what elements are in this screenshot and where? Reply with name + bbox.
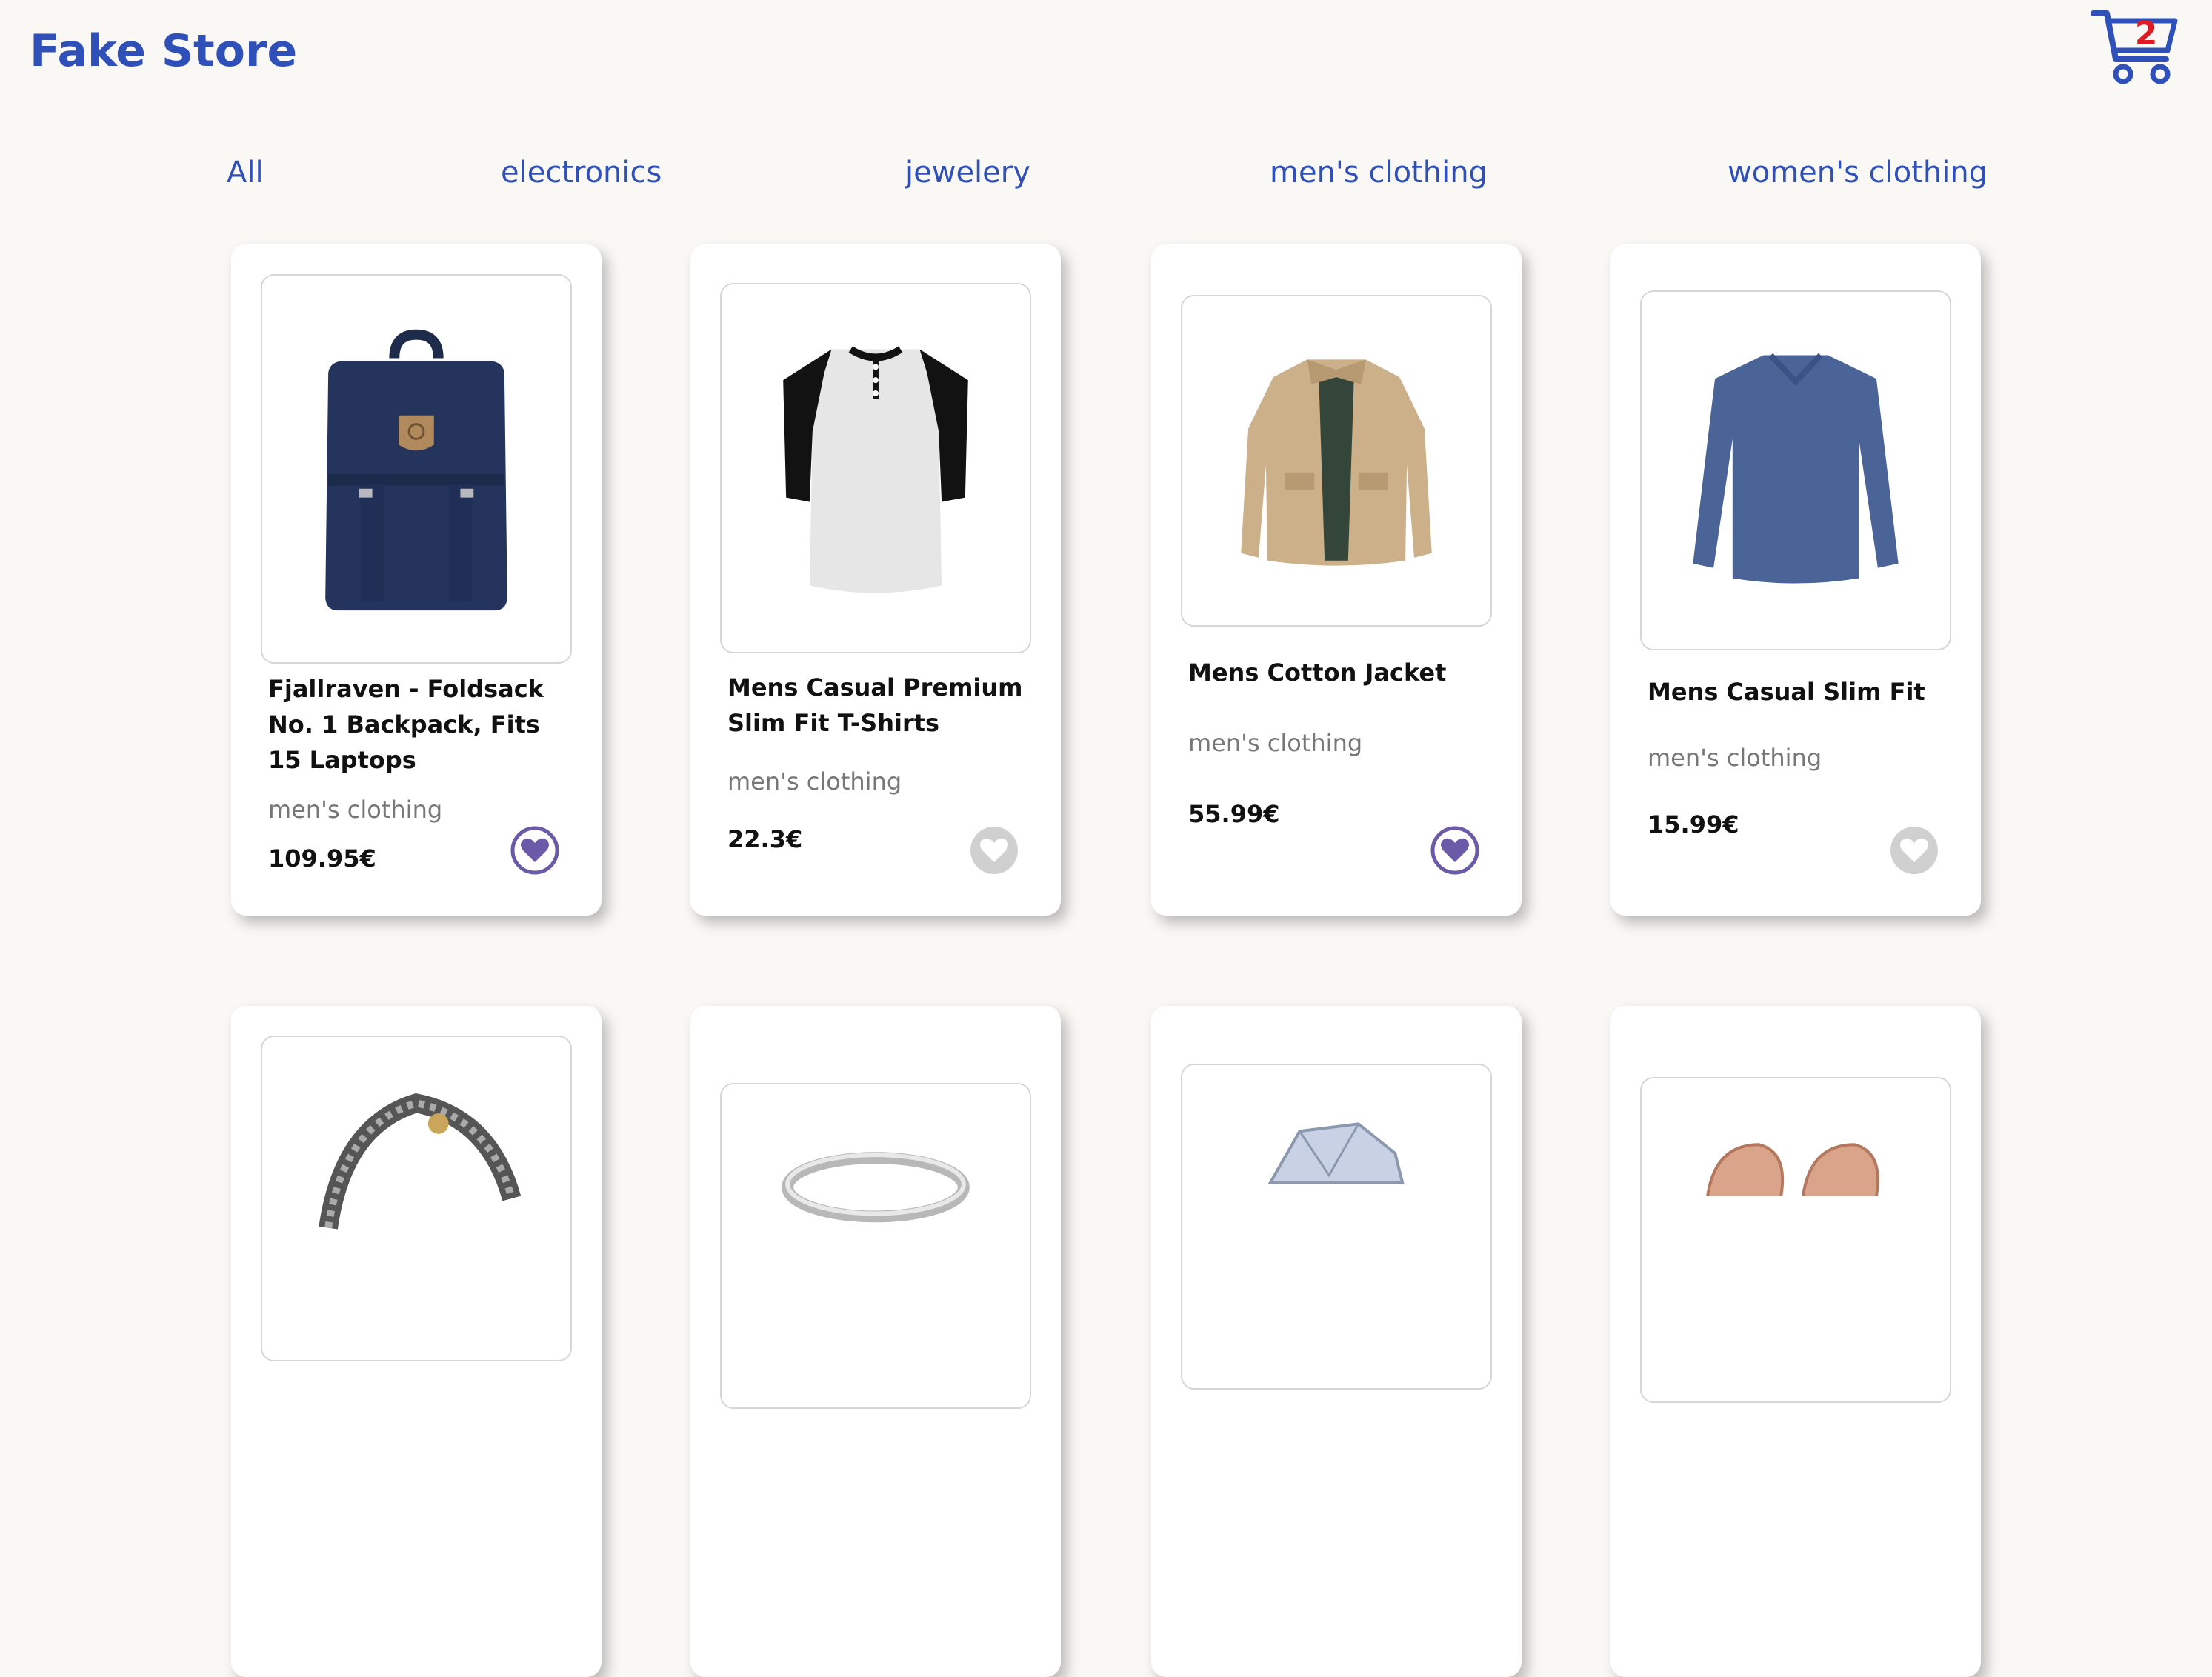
product-category: men's clothing xyxy=(727,767,902,796)
header: Fake Store 2 xyxy=(0,0,2212,111)
product-title[interactable]: Mens Casual Slim Fit xyxy=(1648,674,1951,710)
product-card[interactable]: Mens Cotton Jacket men's clothing 55.99€ xyxy=(1151,244,1522,916)
product-title[interactable]: Fjallraven - Foldsack No. 1 Backpack, Fi… xyxy=(268,671,572,778)
jacket-image xyxy=(1241,359,1432,566)
category-nav: All electronics jewelery men's clothing … xyxy=(0,156,2212,200)
product-card[interactable]: Mens Casual Slim Fit men's clothing 15.9… xyxy=(1610,244,1981,916)
heart-outline-icon xyxy=(970,827,1018,874)
earrings-image xyxy=(1706,1143,1879,1196)
favorite-button[interactable] xyxy=(1889,825,1939,876)
diamond-ring-image xyxy=(1267,1122,1405,1184)
tshirt-image xyxy=(783,346,968,593)
longsleeve-image xyxy=(1693,353,1899,584)
favorite-button[interactable] xyxy=(510,825,560,876)
category-tab-electronics[interactable]: electronics xyxy=(501,156,662,190)
product-price: 15.99€ xyxy=(1648,810,1739,838)
product-title[interactable]: Mens Casual Premium Slim Fit T-Shirts xyxy=(727,670,1031,741)
product-image-silver-ring[interactable] xyxy=(720,1083,1031,1409)
category-tab-jewelery[interactable]: jewelery xyxy=(905,156,1030,190)
product-image-bracelet[interactable] xyxy=(261,1036,572,1361)
heart-outline-icon xyxy=(1890,827,1938,874)
product-category: men's clothing xyxy=(1648,744,1822,772)
product-card[interactable]: Mens Casual Premium Slim Fit T-Shirts me… xyxy=(690,244,1061,916)
heart-filled-icon xyxy=(1430,826,1479,875)
cart-button[interactable]: 2 xyxy=(2091,7,2179,87)
product-category: men's clothing xyxy=(1188,729,1363,757)
heart-filled-icon xyxy=(510,826,559,875)
category-tab-mens-clothing[interactable]: men's clothing xyxy=(1270,156,1488,190)
store-logo[interactable]: Fake Store xyxy=(30,25,297,77)
product-image-longsleeve[interactable] xyxy=(1640,290,1951,650)
product-price: 55.99€ xyxy=(1188,800,1280,828)
product-image-jacket[interactable] xyxy=(1181,295,1492,627)
cart-count-badge: 2 xyxy=(2134,15,2158,53)
bracelet-image xyxy=(319,1093,522,1230)
category-tab-womens-clothing[interactable]: women's clothing xyxy=(1728,156,1988,190)
product-image-backpack[interactable] xyxy=(261,274,572,664)
product-card[interactable] xyxy=(1151,1006,1522,1677)
category-tab-all[interactable]: All xyxy=(227,156,264,190)
product-card[interactable] xyxy=(690,1006,1061,1677)
product-image-diamond-ring[interactable] xyxy=(1181,1064,1492,1390)
favorite-button[interactable] xyxy=(1430,825,1480,876)
product-title[interactable]: Mens Cotton Jacket xyxy=(1188,655,1492,690)
favorite-button[interactable] xyxy=(969,825,1019,876)
product-card[interactable] xyxy=(231,1006,602,1677)
backpack-image xyxy=(325,329,507,611)
product-image-tshirt[interactable] xyxy=(720,283,1031,653)
product-image-earrings[interactable] xyxy=(1640,1077,1951,1403)
product-card[interactable]: Fjallraven - Foldsack No. 1 Backpack, Fi… xyxy=(231,244,602,916)
silver-ring-image xyxy=(782,1152,970,1223)
product-card[interactable] xyxy=(1610,1006,1981,1677)
product-category: men's clothing xyxy=(268,796,443,824)
product-price: 109.95€ xyxy=(268,844,376,873)
product-price: 22.3€ xyxy=(727,825,803,853)
